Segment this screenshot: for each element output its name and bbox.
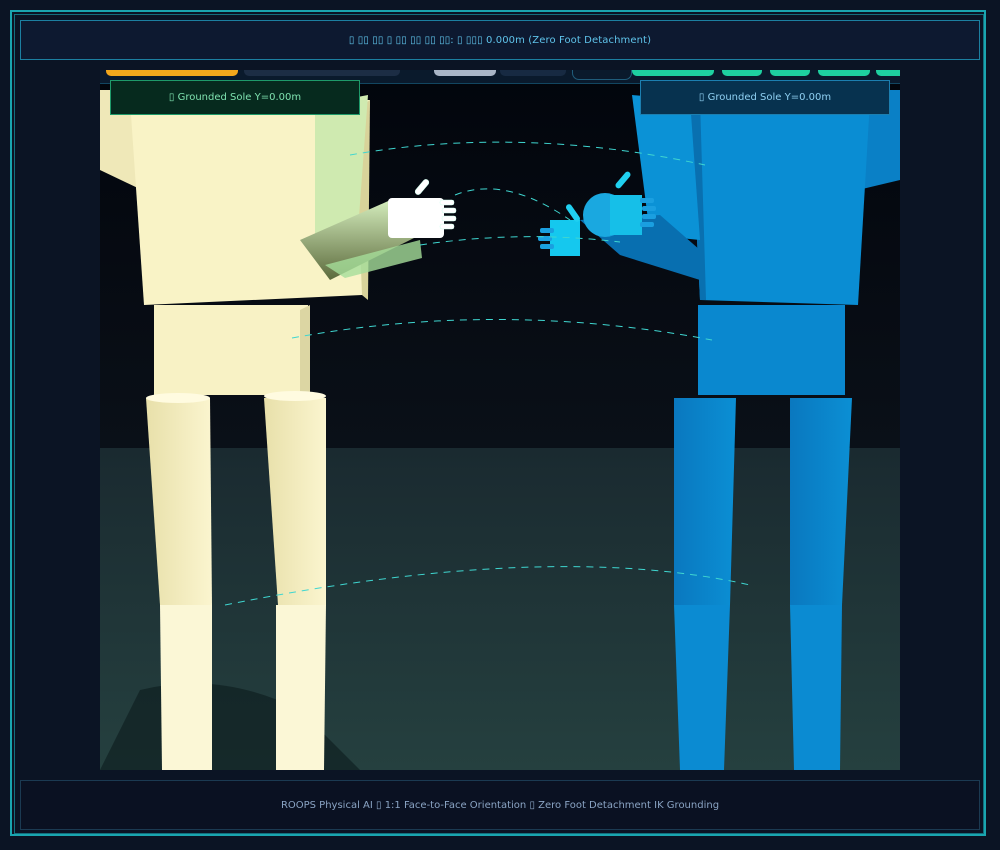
toolbar-tab[interactable] [572,70,632,80]
toolbar-chip-3[interactable] [770,70,810,76]
left-grounded-label: ▯ Grounded Sole Y=0.00m [168,92,302,103]
right-grounded-label: ▯ Grounded Sole Y=0.00m [698,92,832,103]
footer-caption-text: ROOPS Physical AI ▯ 1:1 Face-to-Face Ori… [280,799,720,811]
toolbar-chip-1[interactable] [632,70,714,76]
footer-caption: ROOPS Physical AI ▯ 1:1 Face-to-Face Ori… [20,780,980,830]
toolbar-button-primary[interactable] [106,70,238,76]
3d-viewport[interactable]: ▯ Grounded Sole Y=0.00m ▯ Grounded Sole … [100,70,900,770]
scene-canvas[interactable] [100,70,900,770]
status-banner: ▯ ▯▯ ▯▯ ▯ ▯▯ ▯▯ ▯▯ ▯▯: ▯ ▯▯▯ 0.000m (Zer… [20,20,980,60]
status-banner-text: ▯ ▯▯ ▯▯ ▯ ▯▯ ▯▯ ▯▯ ▯▯: ▯ ▯▯▯ 0.000m (Zer… [348,34,652,46]
toolbar-chip-4[interactable] [818,70,870,76]
toolbar-button-dark[interactable] [500,70,566,76]
toolbar-chip-5[interactable] [876,70,900,76]
toolbar-button-light[interactable] [434,70,496,76]
left-grounded-badge: ▯ Grounded Sole Y=0.00m [110,80,360,115]
right-grounded-badge: ▯ Grounded Sole Y=0.00m [640,80,890,115]
toolbar-button-secondary[interactable] [244,70,400,76]
toolbar-chip-2[interactable] [722,70,762,76]
